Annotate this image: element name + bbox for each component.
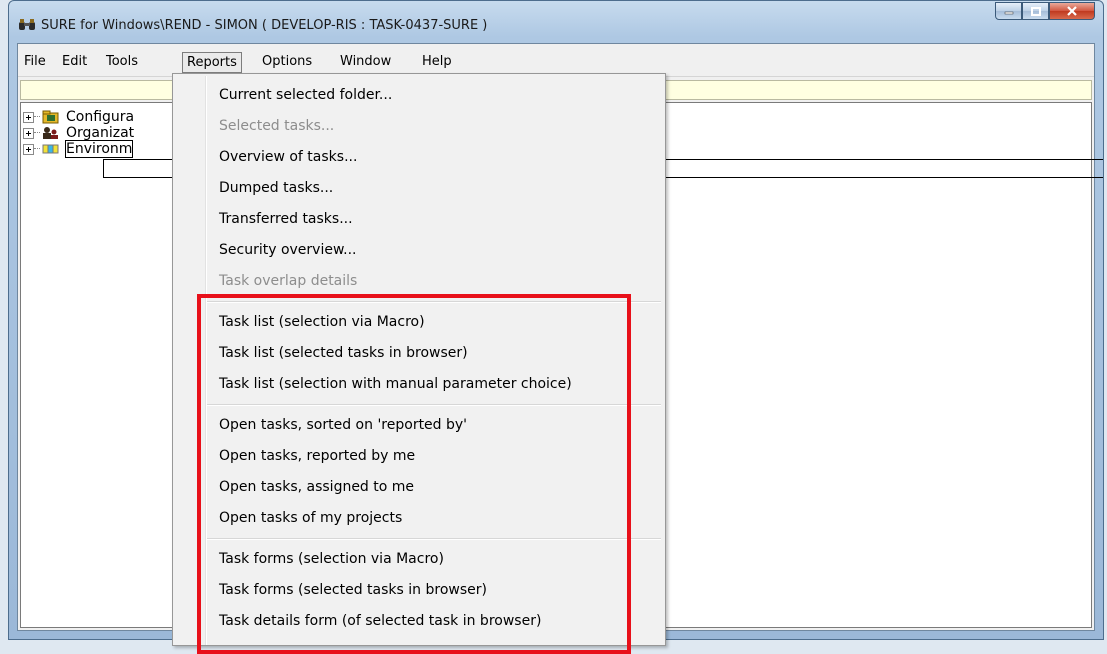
menu-item-task-overlap-details[interactable]: Task overlap details <box>219 270 357 292</box>
menu-item-selected-tasks[interactable]: Selected tasks... <box>219 115 334 137</box>
reports-dropdown-menu: Current selected folder... Selected task… <box>172 73 666 646</box>
configuration-icon <box>42 110 59 124</box>
menu-item-task-list-manual[interactable]: Task list (selection with manual paramet… <box>219 373 572 395</box>
tree-item-label: Organizat <box>66 125 135 141</box>
menu-file[interactable]: File <box>20 52 50 72</box>
menu-separator <box>207 538 661 540</box>
close-button[interactable] <box>1049 2 1095 20</box>
menu-item-open-tasks-reported-by-me[interactable]: Open tasks, reported by me <box>219 445 415 467</box>
menu-item-current-selected-folder[interactable]: Current selected folder... <box>219 84 392 106</box>
maximize-icon <box>1030 6 1041 16</box>
expand-icon[interactable] <box>23 127 34 139</box>
menu-item-transferred-tasks[interactable]: Transferred tasks... <box>219 208 353 230</box>
title-bar[interactable]: SURE for Windows\REND - SIMON ( DEVELOP-… <box>9 1 1103 43</box>
expand-icon[interactable] <box>23 111 34 123</box>
minimize-icon <box>1004 11 1013 15</box>
menu-item-task-list-macro[interactable]: Task list (selection via Macro) <box>219 311 425 333</box>
window-title: SURE for Windows\REND - SIMON ( DEVELOP-… <box>41 18 488 33</box>
tree-item-label: Configura <box>66 109 135 125</box>
menu-help[interactable]: Help <box>418 52 456 72</box>
menu-options[interactable]: Options <box>258 52 316 72</box>
menu-reports[interactable]: Reports <box>182 52 242 73</box>
caption-buttons <box>995 2 1095 22</box>
tree-item-label: Environm <box>64 140 134 158</box>
tree-item-organization[interactable]: Organizat <box>23 125 134 141</box>
menu-window[interactable]: Window <box>336 52 395 72</box>
close-icon <box>1067 6 1077 16</box>
menu-separator <box>207 301 661 303</box>
menu-tools[interactable]: Tools <box>102 52 142 72</box>
menu-item-open-tasks-my-projects[interactable]: Open tasks of my projects <box>219 507 402 529</box>
menu-edit[interactable]: Edit <box>58 52 91 72</box>
binoculars-icon <box>19 19 35 30</box>
menu-item-task-forms-macro[interactable]: Task forms (selection via Macro) <box>219 548 444 570</box>
expand-icon[interactable] <box>23 143 34 155</box>
menu-item-task-details-form[interactable]: Task details form (of selected task in b… <box>219 610 541 632</box>
menu-item-task-forms-selected[interactable]: Task forms (selected tasks in browser) <box>219 579 487 601</box>
environment-icon <box>42 144 59 154</box>
menu-item-dumped-tasks[interactable]: Dumped tasks... <box>219 177 333 199</box>
minimize-button[interactable] <box>995 2 1022 20</box>
tree-item-configuration[interactable]: Configura <box>23 109 134 125</box>
menu-item-open-tasks-sorted[interactable]: Open tasks, sorted on 'reported by' <box>219 414 467 436</box>
menu-item-security-overview[interactable]: Security overview... <box>219 239 356 261</box>
menu-item-open-tasks-assigned-to-me[interactable]: Open tasks, assigned to me <box>219 476 414 498</box>
organization-icon <box>43 127 58 139</box>
menu-item-overview-of-tasks[interactable]: Overview of tasks... <box>219 146 357 168</box>
menu-item-task-list-selected[interactable]: Task list (selected tasks in browser) <box>219 342 468 364</box>
menu-separator <box>207 404 661 406</box>
maximize-button[interactable] <box>1022 2 1049 20</box>
tree-item-environment[interactable]: Environm <box>23 140 134 158</box>
